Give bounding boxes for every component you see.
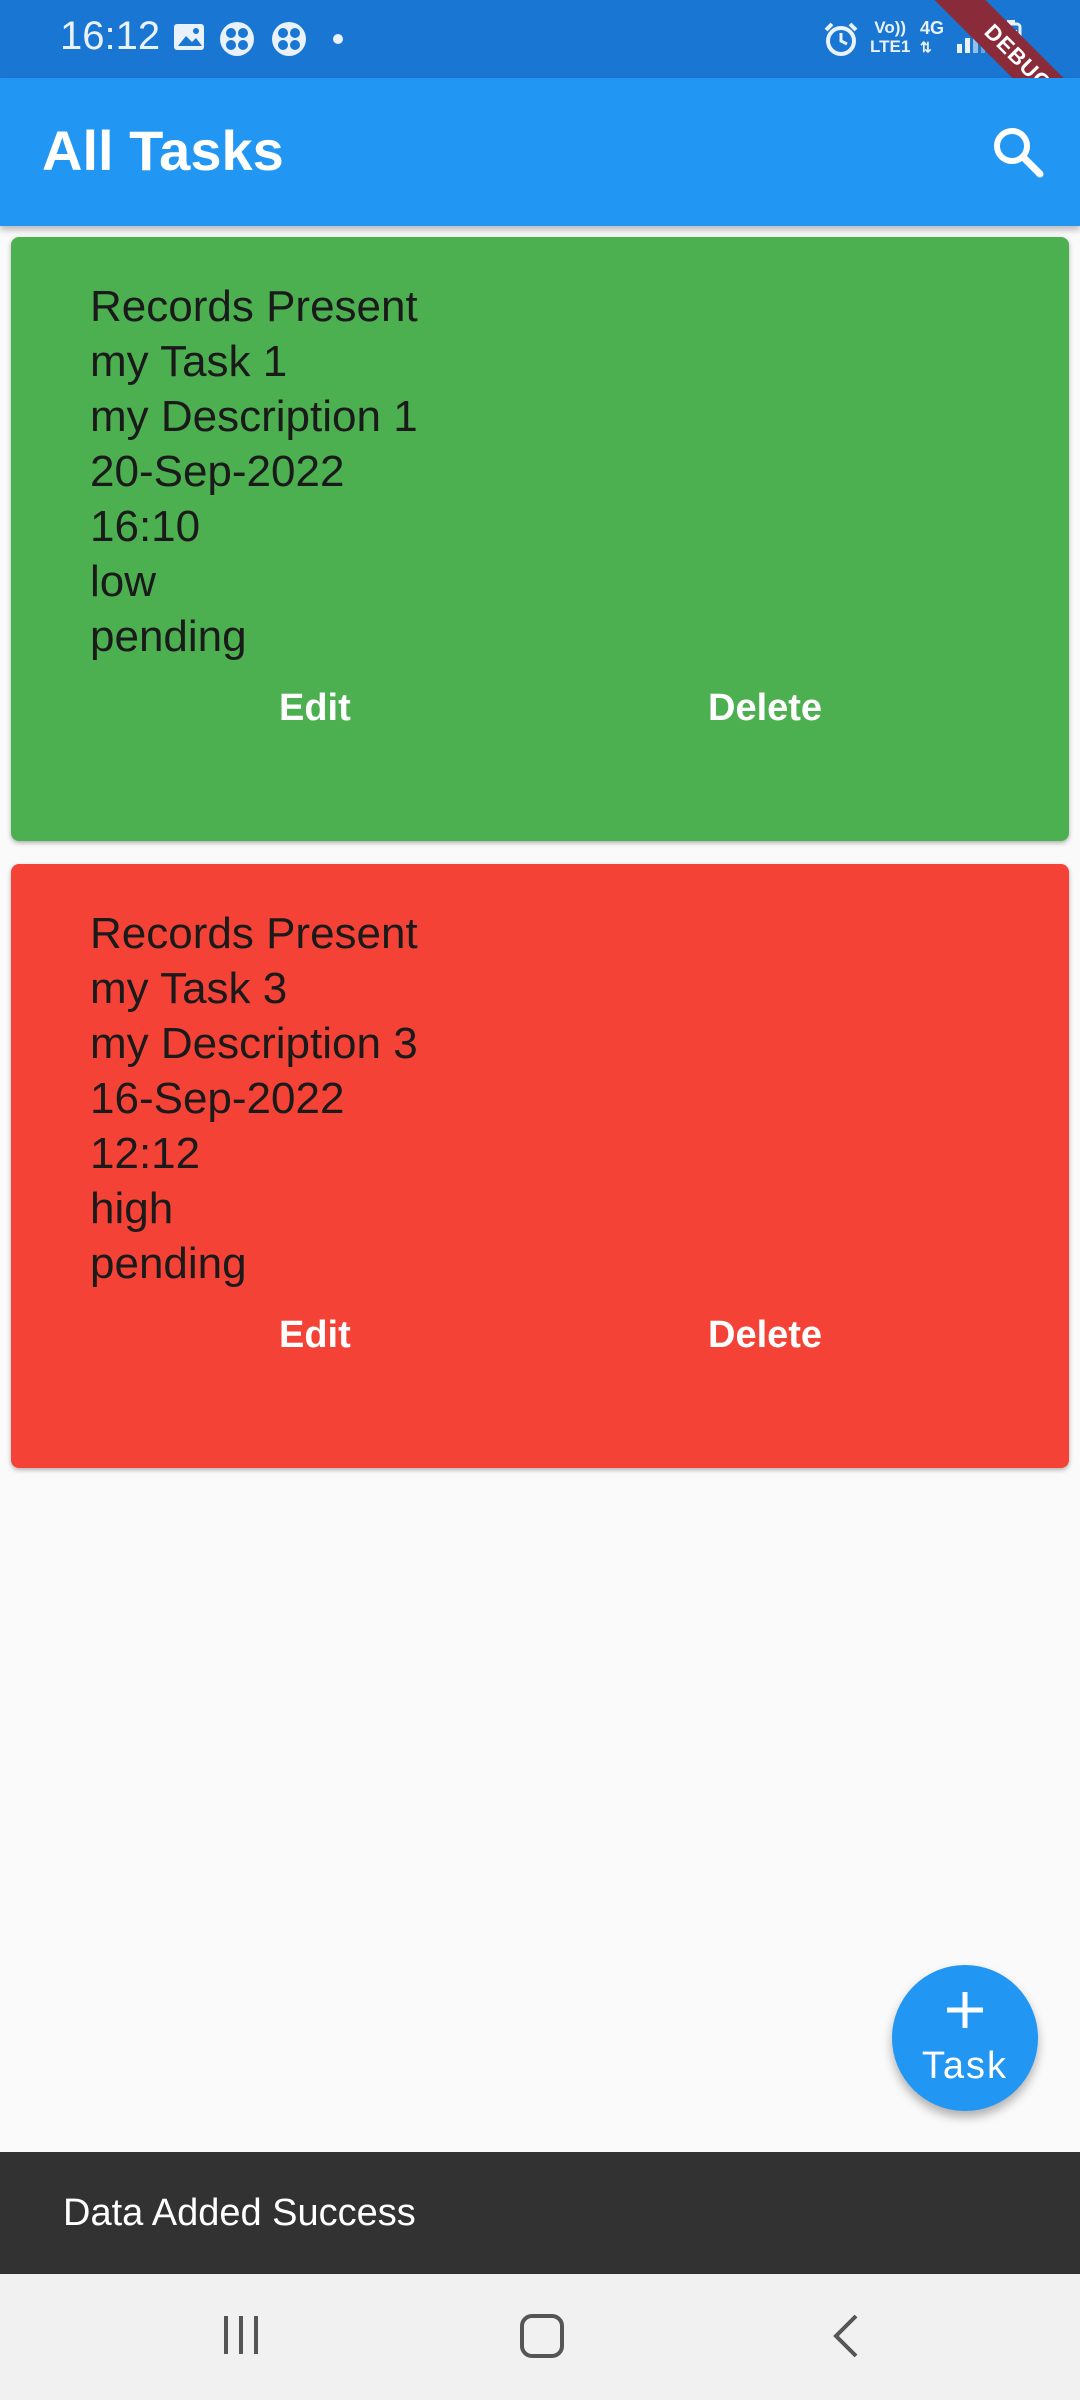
- volte-label: Vo)): [874, 18, 907, 37]
- home-button[interactable]: [518, 2312, 566, 2365]
- network-type-label: 4G: [920, 18, 945, 38]
- task-priority: low: [90, 557, 157, 606]
- add-task-label: Task: [921, 2045, 1009, 2087]
- volte-icon: Vo)) LTE1: [870, 18, 910, 56]
- navigation-bar: [0, 2274, 1080, 2400]
- task-title: my Task 3: [90, 964, 288, 1013]
- 4g-icon: 4G ⇅: [920, 18, 945, 55]
- back-button[interactable]: [826, 2312, 866, 2365]
- edit-button[interactable]: Edit: [279, 1314, 351, 1357]
- task-description: my Description 3: [90, 1019, 418, 1068]
- snackbar: Data Added Success: [0, 2152, 1080, 2274]
- search-icon: [994, 128, 1044, 178]
- task-details: Records Present my Task 3 my Description…: [90, 906, 418, 1291]
- task-record-status: Records Present: [90, 909, 418, 958]
- task-details: Records Present my Task 1 my Description…: [90, 279, 418, 664]
- edit-button[interactable]: Edit: [279, 687, 351, 730]
- delete-button[interactable]: Delete: [708, 1314, 822, 1357]
- fan-icon: [218, 20, 256, 63]
- status-bar: 16:12 Vo)) LTE1 4G ⇅ DEBUG: [0, 0, 1080, 149]
- recent-apps-icon: [224, 2316, 258, 2354]
- fan-icon: [270, 20, 308, 63]
- plus-icon: [947, 1992, 983, 2028]
- task-record-status: Records Present: [90, 282, 418, 331]
- task-card: Records Present my Task 3 my Description…: [11, 864, 1069, 1468]
- task-date: 20-Sep-2022: [90, 447, 345, 496]
- task-date: 16-Sep-2022: [90, 1074, 345, 1123]
- task-time: 12:12: [90, 1129, 201, 1178]
- gallery-icon: [172, 20, 206, 59]
- search-button[interactable]: [986, 120, 1050, 184]
- page-title: All Tasks: [42, 119, 284, 182]
- task-priority: high: [90, 1184, 174, 1233]
- task-title: my Task 1: [90, 337, 288, 386]
- status-time: 16:12: [60, 14, 161, 58]
- recent-apps-button[interactable]: [218, 2312, 264, 2363]
- snackbar-message: Data Added Success: [63, 2192, 416, 2234]
- task-description: my Description 1: [90, 392, 418, 441]
- delete-button[interactable]: Delete: [708, 687, 822, 730]
- back-icon: [833, 2314, 858, 2358]
- home-icon: [520, 2314, 564, 2358]
- task-status: pending: [90, 612, 247, 661]
- dot-icon: [332, 32, 344, 50]
- lte-label: LTE1: [870, 37, 911, 56]
- task-status: pending: [90, 1239, 247, 1288]
- task-time: 16:10: [90, 502, 201, 551]
- alarm-icon: [822, 20, 860, 63]
- task-card: Records Present my Task 1 my Description…: [11, 237, 1069, 841]
- add-task-button[interactable]: Task: [892, 1965, 1038, 2111]
- app-bar: All Tasks: [0, 78, 1080, 226]
